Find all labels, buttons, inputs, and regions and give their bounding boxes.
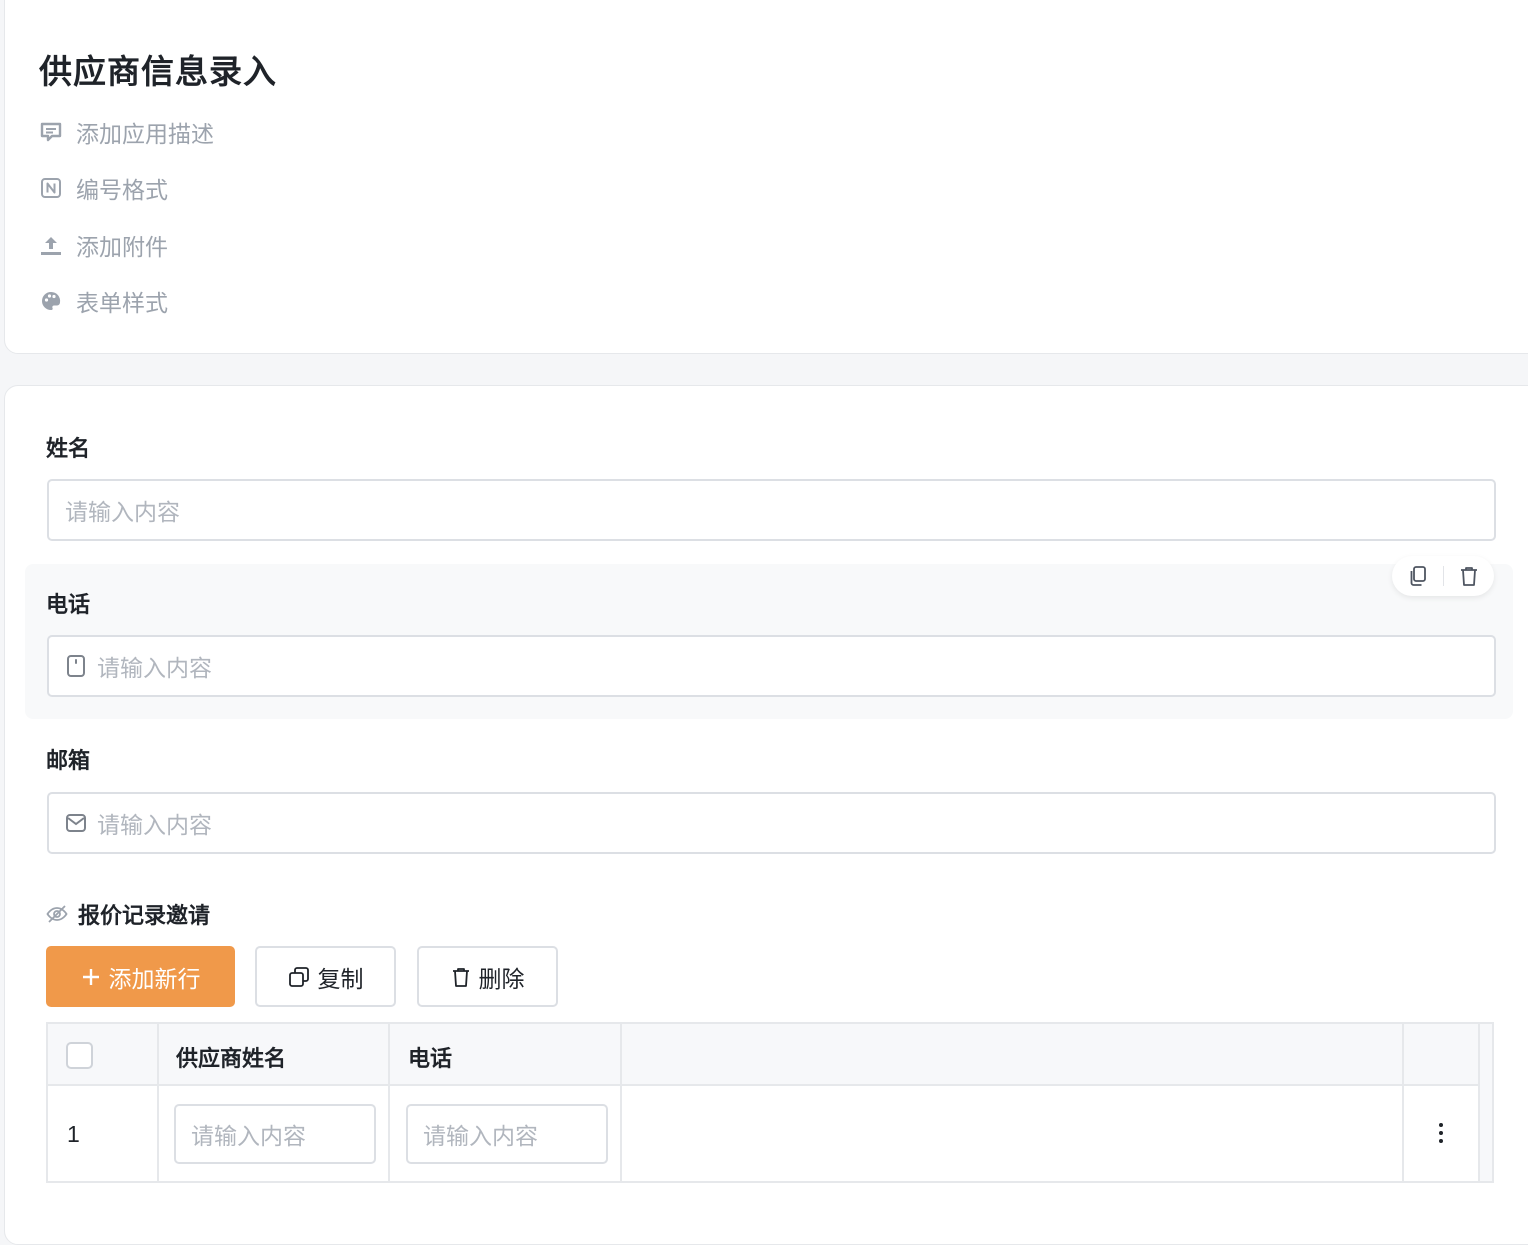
copy-field-button[interactable] — [1404, 562, 1432, 590]
name-field-label: 姓名 — [46, 436, 91, 461]
comment-icon — [39, 121, 62, 144]
email-field-label: 邮箱 — [46, 748, 91, 773]
number-format-label: 编号格式 — [76, 177, 168, 203]
add-row-button[interactable]: 添加新行 — [46, 946, 235, 1007]
form-style-label: 表单样式 — [76, 290, 168, 316]
select-all-checkbox[interactable] — [66, 1042, 93, 1069]
delete-row-button[interactable]: 删除 — [417, 946, 558, 1007]
add-attachment-label: 添加附件 — [76, 234, 168, 260]
more-dot — [1439, 1123, 1443, 1127]
name-input[interactable]: 请输入内容 — [47, 479, 1496, 541]
upload-icon — [39, 234, 62, 257]
field-toolbar — [1392, 556, 1494, 596]
supplier-name-cell-input[interactable]: 请输入内容 — [174, 1104, 376, 1164]
cell-placeholder: 请输入内容 — [423, 1123, 538, 1149]
subtable-grid: 供应商姓名 电话 1 请输入内容 请输入内容 — [46, 1022, 1494, 1183]
column-divider — [620, 1024, 622, 1181]
name-input-placeholder: 请输入内容 — [65, 499, 180, 525]
palette-icon — [39, 290, 62, 313]
phone-field-label: 电话 — [46, 592, 91, 617]
column-divider — [388, 1024, 390, 1181]
eye-off-icon[interactable] — [46, 903, 68, 925]
numbering-icon — [39, 177, 62, 200]
form-style-item[interactable]: 表单样式 — [39, 286, 168, 316]
mail-icon — [65, 812, 87, 834]
more-dot — [1439, 1139, 1443, 1143]
table-scroll-strip — [1478, 1024, 1492, 1181]
email-input-placeholder: 请输入内容 — [97, 812, 212, 838]
column-divider — [1402, 1024, 1404, 1181]
add-description-item[interactable]: 添加应用描述 — [39, 117, 214, 147]
trash-icon — [452, 967, 469, 987]
copy-icon — [288, 966, 309, 987]
add-attachment-item[interactable]: 添加附件 — [39, 230, 168, 260]
add-description-label: 添加应用描述 — [76, 121, 214, 147]
column-header-phone[interactable]: 电话 — [408, 1041, 452, 1073]
copy-row-label: 复制 — [317, 965, 364, 992]
number-format-item[interactable]: 编号格式 — [39, 173, 168, 203]
toolbar-divider — [1442, 566, 1444, 586]
column-divider — [157, 1024, 159, 1181]
copy-row-button[interactable]: 复制 — [255, 946, 396, 1007]
cell-placeholder: 请输入内容 — [191, 1123, 306, 1149]
row-more-button[interactable] — [1426, 1118, 1456, 1148]
more-dot — [1439, 1131, 1443, 1135]
phone-input[interactable]: 请输入内容 — [47, 635, 1496, 697]
phone-icon — [65, 655, 87, 677]
plus-icon — [82, 968, 99, 985]
delete-field-button[interactable] — [1455, 562, 1483, 590]
phone-input-placeholder: 请输入内容 — [97, 655, 212, 681]
trash-icon — [1460, 567, 1477, 586]
subtable-title: 报价记录邀请 — [46, 899, 210, 929]
add-row-label: 添加新行 — [108, 965, 201, 992]
delete-row-label: 删除 — [478, 965, 525, 992]
column-header-supplier[interactable]: 供应商姓名 — [176, 1041, 286, 1073]
row-index: 1 — [67, 1121, 80, 1147]
phone-cell-input[interactable]: 请输入内容 — [406, 1104, 608, 1164]
page-title: 供应商信息录入 — [39, 53, 277, 90]
copy-icon — [1410, 566, 1426, 586]
subtable-title-text: 报价记录邀请 — [78, 903, 211, 928]
email-input[interactable]: 请输入内容 — [47, 792, 1496, 854]
